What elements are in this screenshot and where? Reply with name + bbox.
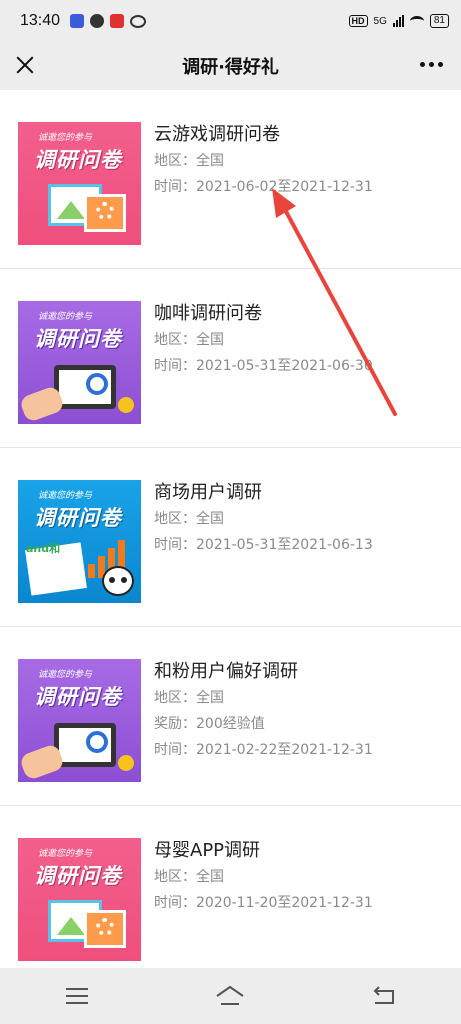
- navigation-bar: 调研·得好礼: [0, 42, 461, 90]
- survey-reward: 奖励：200经验值: [154, 716, 265, 732]
- survey-region: 地区：全国: [154, 511, 224, 527]
- back-button[interactable]: [354, 976, 414, 1016]
- menu-icon: [65, 988, 88, 1004]
- thumbnail-subtitle: 诚邀您的参与: [38, 849, 93, 859]
- thumbnail-heading: 调研问卷: [34, 327, 122, 351]
- survey-title: 云游戏调研问卷: [154, 124, 280, 145]
- survey-item-mall-users[interactable]: 诚邀您的参与 调研问卷 and和 商场用户调研 地区：全国 时间：2021-05…: [0, 448, 461, 627]
- survey-time: 时间：2021-02-22至2021-12-31: [154, 742, 373, 758]
- survey-thumbnail: 诚邀您的参与 调研问卷 and和: [18, 480, 141, 603]
- survey-time: 时间：2020-11-20至2021-12-31: [154, 895, 373, 911]
- brand-logo: and和: [26, 542, 61, 555]
- menu-button[interactable]: [47, 976, 107, 1016]
- more-options-icon[interactable]: [420, 56, 443, 73]
- survey-region: 地区：全国: [154, 869, 224, 885]
- survey-item-fan-preferences[interactable]: 诚邀您的参与 调研问卷 和粉用户偏好调研 地区：全国 奖励：200经验值 时间：…: [0, 627, 461, 806]
- thumbs-up-icon: [118, 755, 134, 771]
- survey-item-coffee[interactable]: 诚邀您的参与 调研问卷 咖啡调研问卷 地区：全国 时间：2021-05-31至2…: [0, 269, 461, 448]
- survey-title: 和粉用户偏好调研: [154, 661, 298, 682]
- weibo-icon: [130, 14, 147, 28]
- survey-region: 地区：全国: [154, 332, 224, 348]
- wifi-icon: [409, 16, 424, 26]
- survey-title: 母婴APP调研: [154, 840, 261, 861]
- thumbnail-subtitle: 诚邀您的参与: [38, 133, 93, 143]
- survey-list: 诚邀您的参与 调研问卷 云游戏调研问卷 地区：全国 时间：2021-06-02至…: [0, 90, 461, 968]
- back-icon: [373, 986, 395, 1004]
- survey-region: 地区：全国: [154, 690, 224, 706]
- survey-thumbnail: 诚邀您的参与 调研问卷: [18, 122, 141, 245]
- survey-time: 时间：2021-06-02至2021-12-31: [154, 179, 373, 195]
- hd-icon: HD: [348, 15, 368, 27]
- gear-icon: [96, 918, 114, 936]
- magnifier-icon: [86, 373, 108, 395]
- thumbnail-subtitle: 诚邀您的参与: [38, 670, 93, 680]
- close-icon[interactable]: [12, 52, 38, 78]
- news-app-icon: [110, 14, 125, 28]
- gear-icon: [96, 202, 114, 220]
- hand-illustration: [18, 384, 66, 424]
- network-type: 5G: [373, 15, 387, 27]
- thumbnail-heading: 调研问卷: [34, 506, 122, 530]
- survey-item-maternal-app[interactable]: 诚邀您的参与 调研问卷 母婴APP调研 地区：全国 时间：2020-11-20至…: [0, 806, 461, 968]
- thumbnail-heading: 调研问卷: [34, 685, 122, 709]
- status-time: 13:40: [20, 12, 61, 29]
- home-button[interactable]: [200, 976, 260, 1016]
- survey-title: 咖啡调研问卷: [154, 303, 262, 324]
- battery-icon: 81: [429, 14, 449, 28]
- survey-thumbnail: 诚邀您的参与 调研问卷: [18, 838, 141, 961]
- survey-time: 时间：2021-05-31至2021-06-30: [154, 358, 373, 374]
- notification-icons: [70, 14, 147, 28]
- home-icon: [216, 985, 245, 1005]
- status-bar: 13:40 HD 5G 81: [0, 0, 461, 42]
- survey-thumbnail: 诚邀您的参与 调研问卷: [18, 301, 141, 424]
- survey-time: 时间：2021-05-31至2021-06-13: [154, 537, 373, 553]
- thumbnail-heading: 调研问卷: [34, 148, 122, 172]
- message-icon: [90, 14, 105, 28]
- survey-title: 商场用户调研: [154, 482, 262, 503]
- system-navigation-bar: [0, 968, 461, 1024]
- thumbnail-subtitle: 诚邀您的参与: [38, 312, 93, 322]
- magnifier-icon: [86, 731, 108, 753]
- thumbnail-heading: 调研问卷: [34, 864, 122, 888]
- app-notification-icon: [70, 14, 85, 28]
- thumbs-up-icon: [118, 397, 134, 413]
- survey-region: 地区：全国: [154, 153, 224, 169]
- thumbnail-subtitle: 诚邀您的参与: [38, 491, 93, 501]
- survey-item-cloud-gaming[interactable]: 诚邀您的参与 调研问卷 云游戏调研问卷 地区：全国 时间：2021-06-02至…: [0, 90, 461, 269]
- system-status: HD 5G 81: [348, 14, 449, 28]
- survey-thumbnail: 诚邀您的参与 调研问卷: [18, 659, 141, 782]
- hand-illustration: [18, 742, 66, 782]
- mascot-illustration: [102, 566, 134, 596]
- page-title: 调研·得好礼: [182, 57, 279, 78]
- signal-icon: [392, 15, 404, 27]
